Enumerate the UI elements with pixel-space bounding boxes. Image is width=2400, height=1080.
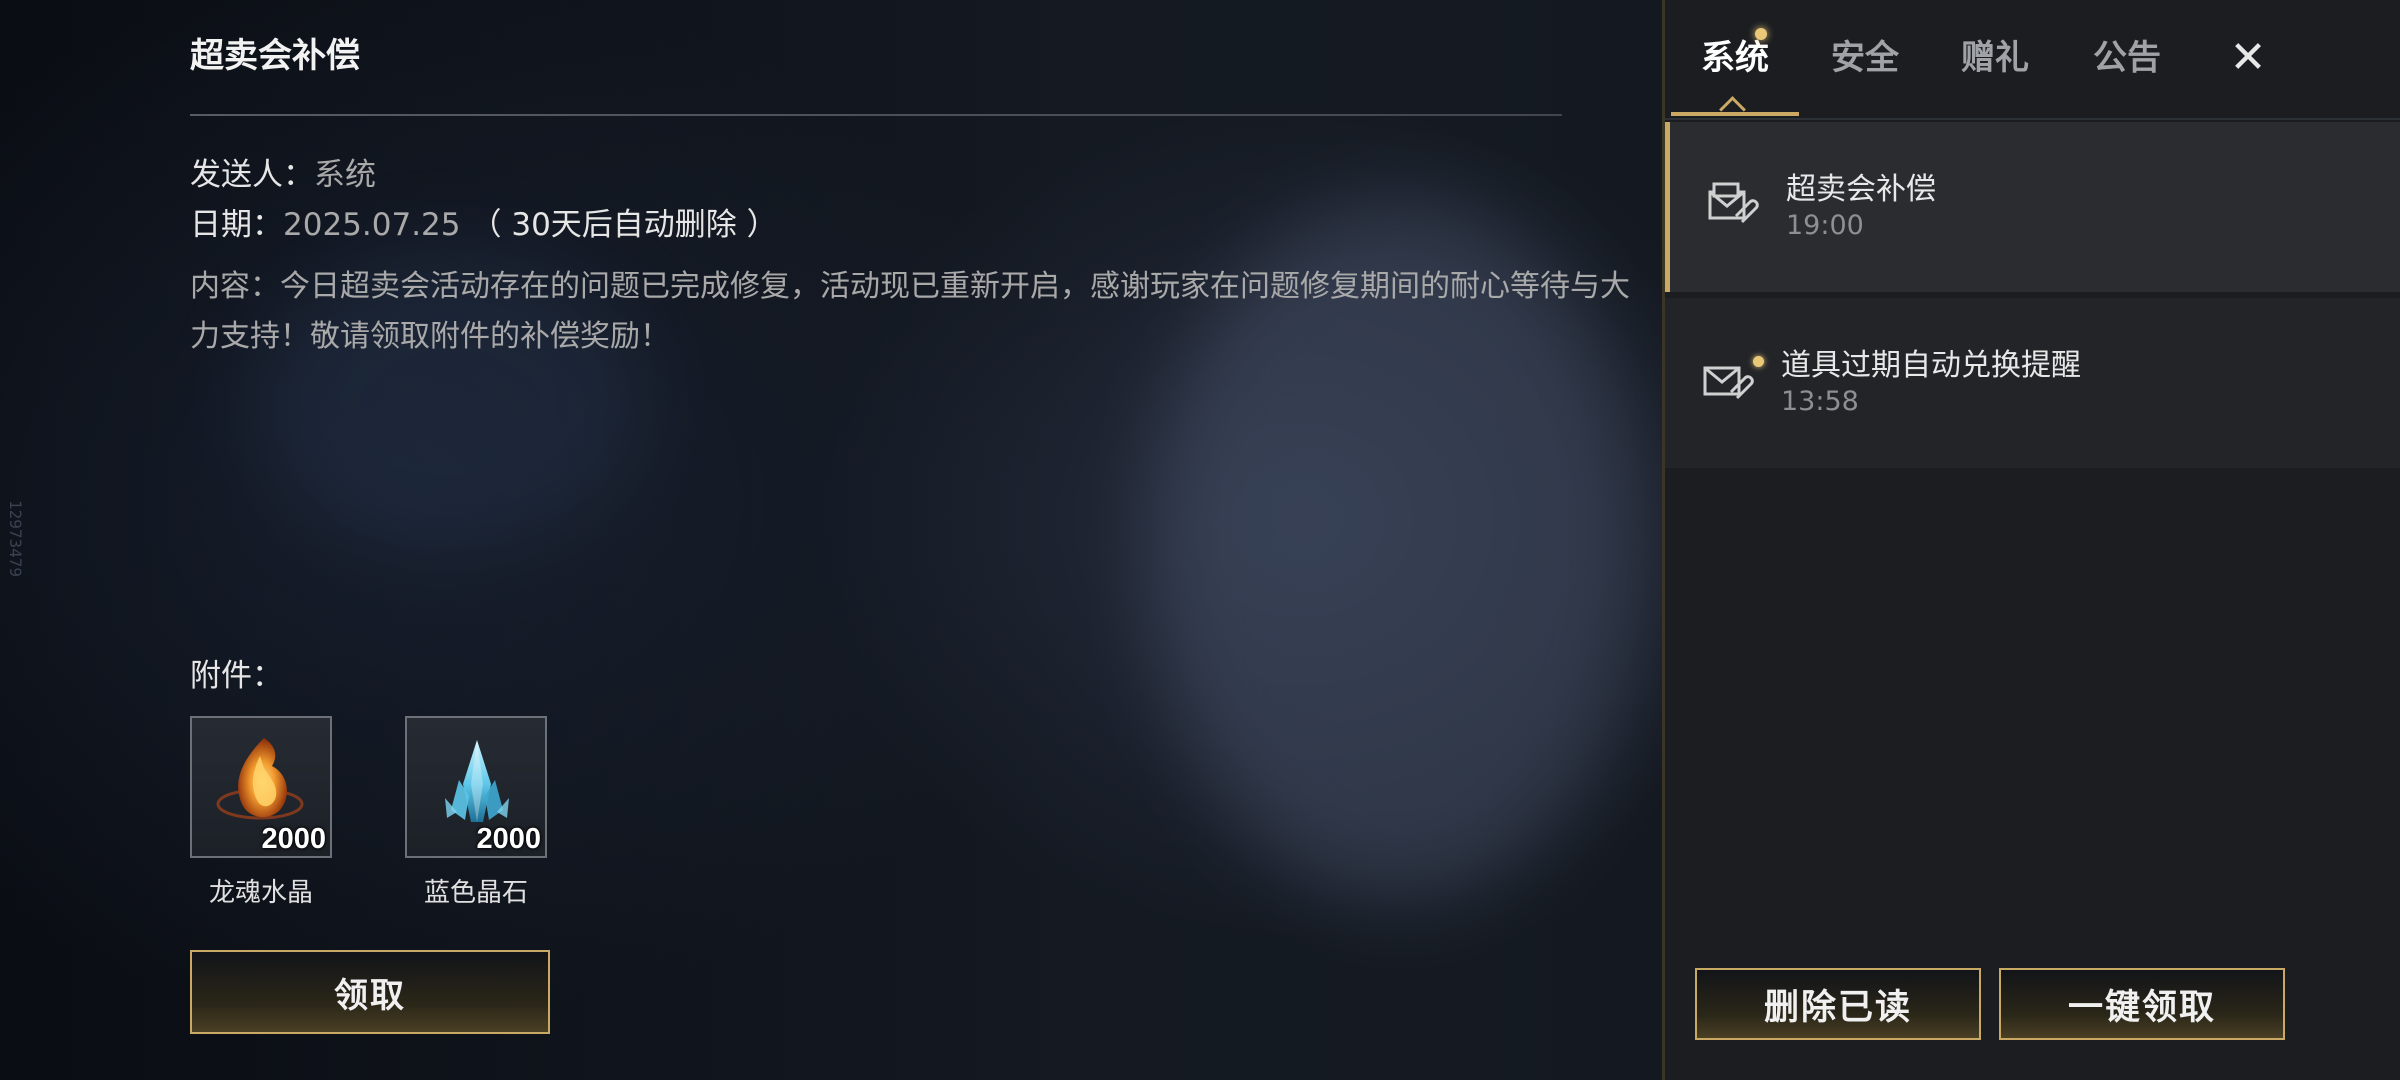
- sender-label: 发送人：: [190, 157, 314, 193]
- tab-security[interactable]: 安全: [1831, 30, 1899, 86]
- mail-title: 超卖会补偿: [1786, 172, 1936, 207]
- mail-screen: 12973479 超卖会补偿 发送人：系统 日期：2025.07.25 （ 30天…: [0, 0, 2400, 1080]
- mail-detail: 超卖会补偿 发送人：系统 日期：2025.07.25 （ 30天后自动删除 ） 内…: [190, 30, 1630, 354]
- active-tab-underline: [1671, 112, 1799, 116]
- date-value: 2025.07.25: [283, 207, 461, 243]
- claim-all-button[interactable]: 一键领取: [1999, 968, 2285, 1040]
- sender-value: 系统: [314, 157, 376, 193]
- tab-announcements[interactable]: 公告: [2093, 30, 2161, 86]
- tab-new-indicator: [1755, 28, 1767, 40]
- mail-list-panel: 系统 安全 赠礼 公告 ✕ 超卖会补偿 19:00 道具过期自动兑换提醒 13:…: [1662, 0, 2400, 1080]
- close-icon[interactable]: ✕: [2223, 30, 2273, 86]
- unread-indicator: [1753, 356, 1764, 367]
- date-line: 日期：2025.07.25 （ 30天后自动删除 ）: [190, 200, 778, 250]
- content-label: 内容：: [190, 269, 280, 304]
- mail-title: 道具过期自动兑换提醒: [1781, 348, 2081, 383]
- mail-tabs: 系统 安全 赠礼 公告 ✕: [1665, 0, 2400, 123]
- attachments-label: 附件：: [190, 658, 283, 694]
- attachment-name: 龙魂水晶: [208, 878, 313, 908]
- mail-attachment-icon: [1708, 182, 1759, 224]
- mail-time: 13:58: [1781, 386, 1859, 417]
- attachment-item-blue-gem[interactable]: 2000: [405, 716, 547, 858]
- mail-detail-title: 超卖会补偿: [190, 36, 360, 76]
- mail-attachment-icon: [1703, 366, 1754, 400]
- delete-read-button[interactable]: 删除已读: [1695, 968, 1981, 1040]
- mail-list-item[interactable]: 道具过期自动兑换提醒 13:58: [1665, 298, 2400, 468]
- title-divider: [190, 114, 1562, 116]
- mail-time: 19:00: [1786, 210, 1864, 241]
- auto-delete-note: （ 30天后自动删除 ）: [470, 207, 778, 243]
- content-body: 今日超卖会活动存在的问题已完成修复，活动现已重新开启，感谢玩家在问题修复期间的耐…: [190, 269, 1630, 354]
- attachment-count: 2000: [261, 823, 326, 855]
- build-id: 12973479: [6, 500, 25, 578]
- date-label: 日期：: [190, 207, 283, 243]
- mail-list-item[interactable]: 超卖会补偿 19:00: [1665, 122, 2400, 292]
- mail-content: 内容：今日超卖会活动存在的问题已完成修复，活动现已重新开启，感谢玩家在问题修复期…: [190, 262, 1630, 362]
- attachment-item-dragon-soul-crystal[interactable]: 2000: [190, 716, 332, 858]
- tab-gifts[interactable]: 赠礼: [1961, 30, 2029, 86]
- sender-line: 发送人：系统: [190, 150, 778, 200]
- claim-button[interactable]: 领取: [190, 950, 550, 1034]
- attachment-name: 蓝色晶石: [423, 878, 528, 908]
- attachment-count: 2000: [476, 823, 541, 855]
- mail-meta: 发送人：系统 日期：2025.07.25 （ 30天后自动删除 ）: [190, 150, 778, 250]
- active-tab-caret: [1719, 96, 1746, 123]
